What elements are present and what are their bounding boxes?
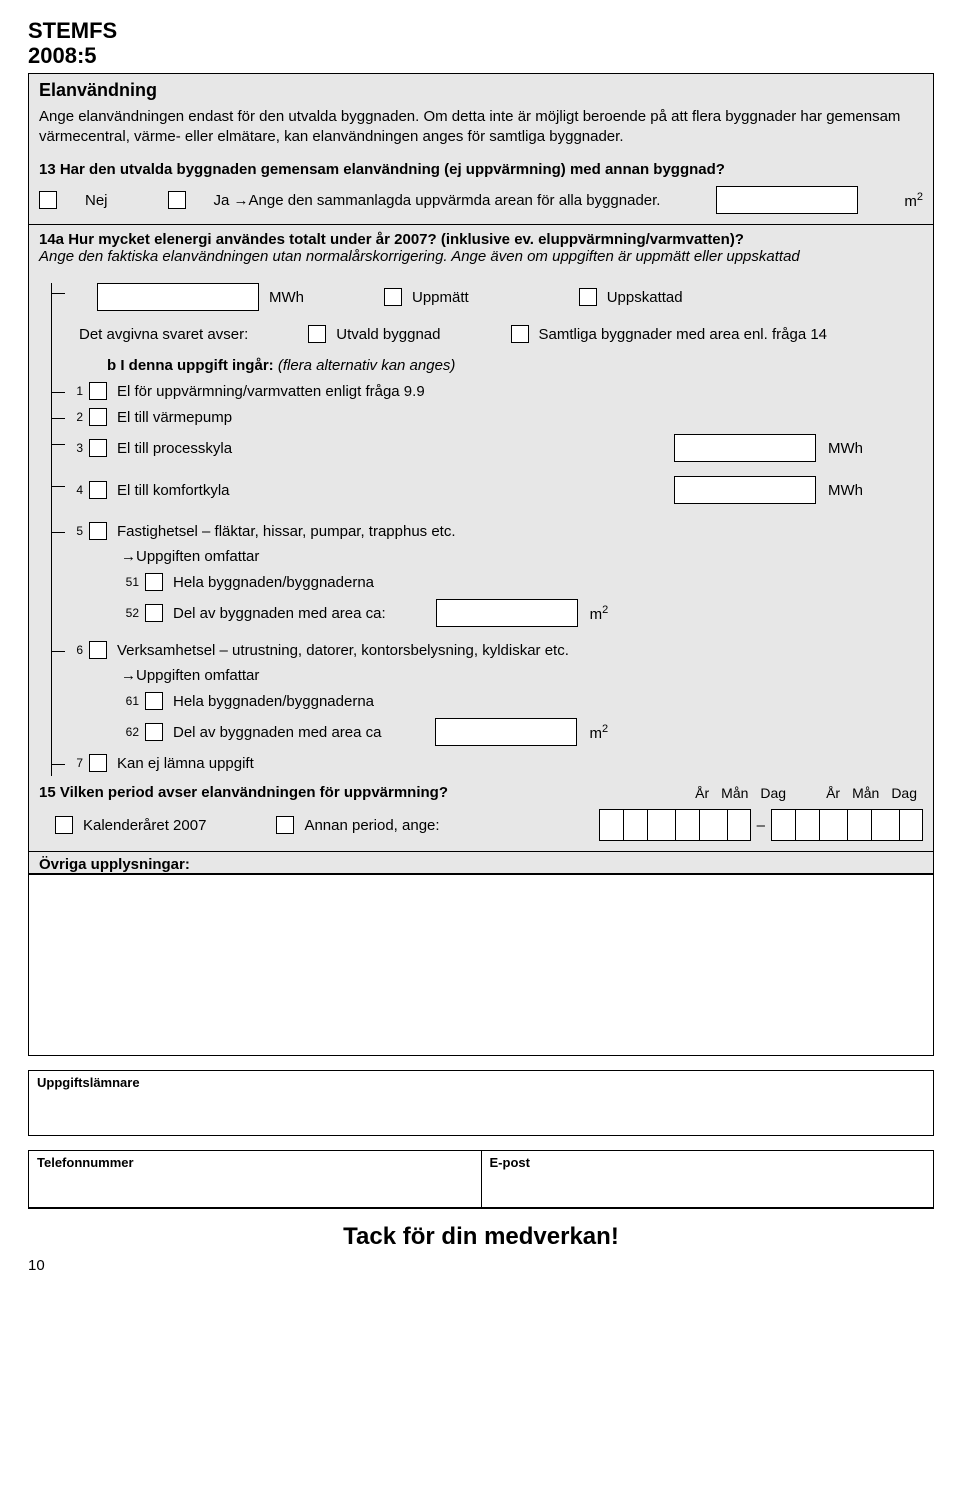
item6-checkbox[interactable] bbox=[89, 641, 107, 659]
page-number: 10 bbox=[28, 1257, 934, 1274]
q14a-uppskattad-checkbox[interactable] bbox=[579, 288, 597, 306]
q15-text: 15 Vilken period avser elanvändningen fö… bbox=[39, 784, 689, 801]
item3-input[interactable] bbox=[674, 434, 816, 462]
telefon-label: Telefonnummer bbox=[37, 1155, 473, 1170]
item5-label: Fastighetsel – fläktar, hissar, pumpar, … bbox=[117, 523, 456, 540]
item7-num: 7 bbox=[65, 756, 83, 770]
item4-input[interactable] bbox=[674, 476, 816, 504]
date-dash: – bbox=[751, 817, 771, 834]
q14a-samtliga-checkbox[interactable] bbox=[511, 325, 529, 343]
item1-label: El för uppvärmning/varmvatten enligt frå… bbox=[117, 383, 425, 400]
item52-input[interactable] bbox=[436, 599, 578, 627]
item51-num: 51 bbox=[121, 575, 139, 589]
item1-checkbox[interactable] bbox=[89, 382, 107, 400]
item52-unit: m2 bbox=[590, 604, 609, 623]
item3-label: El till processkyla bbox=[117, 440, 232, 457]
q14a-mwh-row: MWh Uppmätt Uppskattad bbox=[65, 283, 923, 311]
item7-checkbox[interactable] bbox=[89, 754, 107, 772]
item2-label: El till värmepump bbox=[117, 409, 232, 426]
item4-label: El till komfortkyla bbox=[117, 482, 230, 499]
panel-q14a: 14a Hur mycket elenergi användes totalt … bbox=[28, 224, 934, 852]
item5-omfattar: →Uppgiften omfattar bbox=[65, 548, 923, 565]
q14a-line1: 14a Hur mycket elenergi användes totalt … bbox=[39, 231, 923, 248]
section-title: Elanvändning bbox=[39, 80, 923, 101]
item6-label: Verksamhetsel – utrustning, datorer, kon… bbox=[117, 642, 569, 659]
q13-nej-checkbox[interactable] bbox=[39, 191, 57, 209]
q15-date-headers: ÅrMånDag ÅrMånDag bbox=[689, 785, 923, 801]
q13-area-input[interactable] bbox=[716, 186, 858, 214]
item6-omfattar: →Uppgiften omfattar bbox=[65, 667, 923, 684]
uppgiftslamnare-label: Uppgiftslämnare bbox=[37, 1075, 925, 1090]
item5-num: 5 bbox=[65, 524, 83, 538]
q13-ja-label: Ja →Ange den sammanlagda uppvärmda arean… bbox=[214, 192, 661, 209]
item52-checkbox[interactable] bbox=[145, 604, 163, 622]
q15-kalender-label: Kalenderåret 2007 bbox=[83, 817, 206, 834]
item61-label: Hela byggnaden/byggnaderna bbox=[173, 693, 374, 710]
q14a-uppmatt-label: Uppmätt bbox=[412, 289, 469, 306]
panel-elanvandning: Elanvändning Ange elanvändningen endast … bbox=[28, 73, 934, 226]
item62-unit: m2 bbox=[589, 723, 608, 742]
q14a-b-heading: b I denna uppgift ingår: bbox=[107, 357, 278, 374]
item51-checkbox[interactable] bbox=[145, 573, 163, 591]
item6-num: 6 bbox=[65, 643, 83, 657]
item4-unit: MWh bbox=[828, 482, 863, 499]
item61-checkbox[interactable] bbox=[145, 692, 163, 710]
item62-label: Del av byggnaden med area ca bbox=[173, 724, 381, 741]
item51-label: Hela byggnaden/byggnaderna bbox=[173, 574, 374, 591]
item62-num: 62 bbox=[121, 725, 139, 739]
item52-num: 52 bbox=[121, 606, 139, 620]
doc-code-line2: 2008:5 bbox=[28, 43, 934, 68]
item3-unit: MWh bbox=[828, 440, 863, 457]
item4-checkbox[interactable] bbox=[89, 481, 107, 499]
q14a-samtliga-label: Samtliga byggnader med area enl. fråga 1… bbox=[539, 326, 828, 343]
q14a-uppskattad-label: Uppskattad bbox=[607, 289, 683, 306]
item3-checkbox[interactable] bbox=[89, 439, 107, 457]
item62-input[interactable] bbox=[435, 718, 577, 746]
q14a-uppmatt-checkbox[interactable] bbox=[384, 288, 402, 306]
item4-num: 4 bbox=[65, 483, 83, 497]
item61-num: 61 bbox=[121, 694, 139, 708]
q15-date-to[interactable] bbox=[771, 809, 923, 841]
q13-nej-label: Nej bbox=[85, 192, 108, 209]
item2-checkbox[interactable] bbox=[89, 408, 107, 426]
q14a-utvald-label: Utvald byggnad bbox=[336, 326, 440, 343]
item3-num: 3 bbox=[65, 441, 83, 455]
q14a-mwh-label: MWh bbox=[269, 289, 304, 306]
doc-code-line1: STEMFS bbox=[28, 18, 934, 43]
item1-num: 1 bbox=[65, 384, 83, 398]
q14a-mwh-input[interactable] bbox=[97, 283, 259, 311]
q15-kalender-checkbox[interactable] bbox=[55, 816, 73, 834]
thanks-text: Tack för din medverkan! bbox=[28, 1208, 934, 1251]
item2-num: 2 bbox=[65, 410, 83, 424]
q14a-svaret-row: Det avgivna svaret avser: Utvald byggnad… bbox=[65, 325, 923, 343]
ovriga-input[interactable] bbox=[28, 874, 934, 1056]
q15-annan-checkbox[interactable] bbox=[276, 816, 294, 834]
q13-unit: m2 bbox=[904, 191, 923, 210]
epost-label: E-post bbox=[490, 1155, 926, 1170]
intro-text: Ange elanvändningen endast för den utval… bbox=[39, 107, 923, 148]
item62-checkbox[interactable] bbox=[145, 723, 163, 741]
q14a-svaret-label: Det avgivna svaret avser: bbox=[79, 326, 248, 343]
q14a-line2: Ange den faktiska elanvändningen utan no… bbox=[39, 248, 923, 265]
item7-label: Kan ej lämna uppgift bbox=[117, 755, 254, 772]
item5-checkbox[interactable] bbox=[89, 522, 107, 540]
q13-ja-checkbox[interactable] bbox=[168, 191, 186, 209]
q15-date-from[interactable] bbox=[599, 809, 751, 841]
q15-annan-label: Annan period, ange: bbox=[304, 817, 439, 834]
q14a-b-heading-it: (flera alternativ kan anges) bbox=[278, 357, 456, 374]
q14a-utvald-checkbox[interactable] bbox=[308, 325, 326, 343]
item52-label: Del av byggnaden med area ca: bbox=[173, 605, 386, 622]
q13-text: 13 Har den utvalda byggnaden gemensam el… bbox=[39, 161, 923, 178]
